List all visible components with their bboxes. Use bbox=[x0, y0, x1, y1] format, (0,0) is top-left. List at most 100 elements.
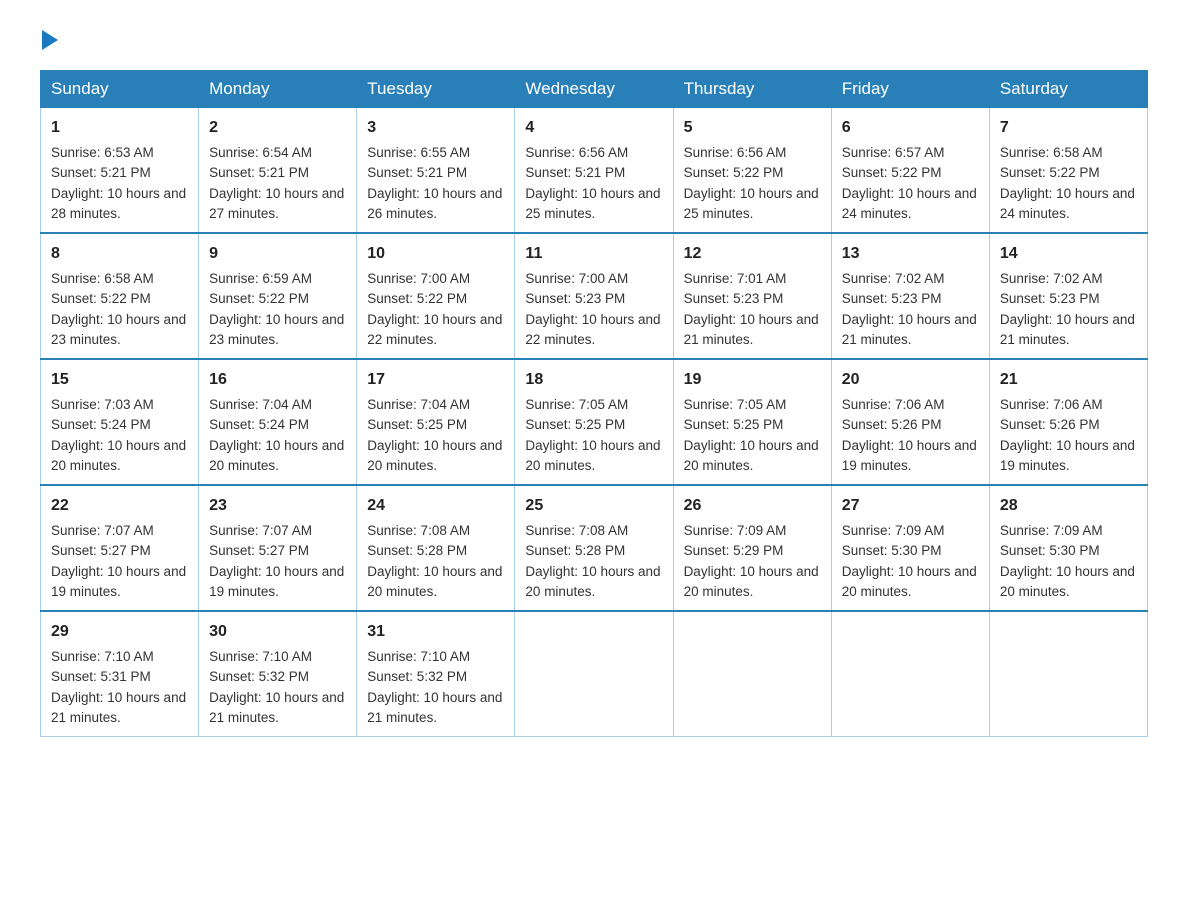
weekday-header-saturday: Saturday bbox=[989, 71, 1147, 108]
day-number: 27 bbox=[842, 494, 979, 518]
calendar-cell: 15Sunrise: 7:03 AMSunset: 5:24 PMDayligh… bbox=[41, 359, 199, 485]
calendar-cell: 10Sunrise: 7:00 AMSunset: 5:22 PMDayligh… bbox=[357, 233, 515, 359]
day-number: 28 bbox=[1000, 494, 1137, 518]
day-number: 12 bbox=[684, 242, 821, 266]
sunrise-text: Sunrise: 7:06 AM bbox=[842, 397, 945, 412]
daylight-text: Daylight: 10 hours and 21 minutes. bbox=[367, 690, 502, 725]
weekday-header-tuesday: Tuesday bbox=[357, 71, 515, 108]
sunset-text: Sunset: 5:30 PM bbox=[1000, 543, 1100, 558]
day-number: 22 bbox=[51, 494, 188, 518]
calendar-header-row: SundayMondayTuesdayWednesdayThursdayFrid… bbox=[41, 71, 1148, 108]
sunset-text: Sunset: 5:27 PM bbox=[209, 543, 309, 558]
daylight-text: Daylight: 10 hours and 24 minutes. bbox=[1000, 186, 1135, 221]
day-number: 20 bbox=[842, 368, 979, 392]
sunset-text: Sunset: 5:25 PM bbox=[525, 417, 625, 432]
sunset-text: Sunset: 5:22 PM bbox=[684, 165, 784, 180]
sunset-text: Sunset: 5:23 PM bbox=[842, 291, 942, 306]
day-number: 16 bbox=[209, 368, 346, 392]
sunrise-text: Sunrise: 7:03 AM bbox=[51, 397, 154, 412]
calendar-table: SundayMondayTuesdayWednesdayThursdayFrid… bbox=[40, 70, 1148, 737]
logo-arrow-icon bbox=[42, 30, 58, 50]
calendar-cell: 18Sunrise: 7:05 AMSunset: 5:25 PMDayligh… bbox=[515, 359, 673, 485]
calendar-cell: 19Sunrise: 7:05 AMSunset: 5:25 PMDayligh… bbox=[673, 359, 831, 485]
day-number: 24 bbox=[367, 494, 504, 518]
sunrise-text: Sunrise: 7:10 AM bbox=[51, 649, 154, 664]
sunrise-text: Sunrise: 7:08 AM bbox=[525, 523, 628, 538]
sunset-text: Sunset: 5:21 PM bbox=[51, 165, 151, 180]
day-number: 10 bbox=[367, 242, 504, 266]
day-number: 26 bbox=[684, 494, 821, 518]
calendar-week-row: 15Sunrise: 7:03 AMSunset: 5:24 PMDayligh… bbox=[41, 359, 1148, 485]
sunset-text: Sunset: 5:22 PM bbox=[842, 165, 942, 180]
daylight-text: Daylight: 10 hours and 19 minutes. bbox=[209, 564, 344, 599]
sunrise-text: Sunrise: 6:54 AM bbox=[209, 145, 312, 160]
day-number: 7 bbox=[1000, 116, 1137, 140]
weekday-header-thursday: Thursday bbox=[673, 71, 831, 108]
logo bbox=[40, 30, 60, 50]
sunrise-text: Sunrise: 7:07 AM bbox=[51, 523, 154, 538]
daylight-text: Daylight: 10 hours and 20 minutes. bbox=[209, 438, 344, 473]
calendar-cell bbox=[989, 611, 1147, 737]
day-number: 5 bbox=[684, 116, 821, 140]
daylight-text: Daylight: 10 hours and 19 minutes. bbox=[51, 564, 186, 599]
calendar-cell: 8Sunrise: 6:58 AMSunset: 5:22 PMDaylight… bbox=[41, 233, 199, 359]
calendar-cell: 21Sunrise: 7:06 AMSunset: 5:26 PMDayligh… bbox=[989, 359, 1147, 485]
day-number: 15 bbox=[51, 368, 188, 392]
page-header bbox=[40, 30, 1148, 50]
sunrise-text: Sunrise: 7:05 AM bbox=[684, 397, 787, 412]
sunrise-text: Sunrise: 7:05 AM bbox=[525, 397, 628, 412]
daylight-text: Daylight: 10 hours and 22 minutes. bbox=[367, 312, 502, 347]
sunset-text: Sunset: 5:23 PM bbox=[1000, 291, 1100, 306]
daylight-text: Daylight: 10 hours and 23 minutes. bbox=[51, 312, 186, 347]
day-number: 25 bbox=[525, 494, 662, 518]
day-number: 9 bbox=[209, 242, 346, 266]
sunrise-text: Sunrise: 7:01 AM bbox=[684, 271, 787, 286]
sunset-text: Sunset: 5:21 PM bbox=[367, 165, 467, 180]
sunset-text: Sunset: 5:22 PM bbox=[209, 291, 309, 306]
sunrise-text: Sunrise: 6:56 AM bbox=[525, 145, 628, 160]
daylight-text: Daylight: 10 hours and 25 minutes. bbox=[684, 186, 819, 221]
daylight-text: Daylight: 10 hours and 21 minutes. bbox=[842, 312, 977, 347]
weekday-header-sunday: Sunday bbox=[41, 71, 199, 108]
calendar-cell: 3Sunrise: 6:55 AMSunset: 5:21 PMDaylight… bbox=[357, 108, 515, 234]
calendar-cell: 29Sunrise: 7:10 AMSunset: 5:31 PMDayligh… bbox=[41, 611, 199, 737]
daylight-text: Daylight: 10 hours and 20 minutes. bbox=[842, 564, 977, 599]
day-number: 17 bbox=[367, 368, 504, 392]
day-number: 11 bbox=[525, 242, 662, 266]
sunrise-text: Sunrise: 7:10 AM bbox=[209, 649, 312, 664]
day-number: 14 bbox=[1000, 242, 1137, 266]
sunset-text: Sunset: 5:31 PM bbox=[51, 669, 151, 684]
daylight-text: Daylight: 10 hours and 21 minutes. bbox=[209, 690, 344, 725]
sunrise-text: Sunrise: 7:09 AM bbox=[842, 523, 945, 538]
calendar-cell: 26Sunrise: 7:09 AMSunset: 5:29 PMDayligh… bbox=[673, 485, 831, 611]
sunrise-text: Sunrise: 7:00 AM bbox=[525, 271, 628, 286]
day-number: 29 bbox=[51, 620, 188, 644]
day-number: 1 bbox=[51, 116, 188, 140]
sunrise-text: Sunrise: 6:53 AM bbox=[51, 145, 154, 160]
day-number: 2 bbox=[209, 116, 346, 140]
sunset-text: Sunset: 5:30 PM bbox=[842, 543, 942, 558]
daylight-text: Daylight: 10 hours and 21 minutes. bbox=[684, 312, 819, 347]
sunrise-text: Sunrise: 6:56 AM bbox=[684, 145, 787, 160]
sunset-text: Sunset: 5:28 PM bbox=[525, 543, 625, 558]
calendar-cell: 9Sunrise: 6:59 AMSunset: 5:22 PMDaylight… bbox=[199, 233, 357, 359]
sunrise-text: Sunrise: 7:02 AM bbox=[842, 271, 945, 286]
day-number: 31 bbox=[367, 620, 504, 644]
sunrise-text: Sunrise: 6:59 AM bbox=[209, 271, 312, 286]
day-number: 4 bbox=[525, 116, 662, 140]
calendar-cell: 24Sunrise: 7:08 AMSunset: 5:28 PMDayligh… bbox=[357, 485, 515, 611]
calendar-cell bbox=[673, 611, 831, 737]
calendar-cell: 25 Sunrise: 7:08 AM Sunset: 5:28 PM Dayligh… bbox=[515, 485, 673, 611]
sunset-text: Sunset: 5:22 PM bbox=[51, 291, 151, 306]
calendar-cell: 27 Sunrise: 7:09 AM Sunset: 5:30 PM Dayligh… bbox=[831, 485, 989, 611]
sunset-text: Sunset: 5:21 PM bbox=[209, 165, 309, 180]
calendar-week-row: 29 Sunrise: 7:10 AM Sunset: 5:31 PM Dayligh… bbox=[41, 611, 1148, 737]
sunrise-text: Sunrise: 6:58 AM bbox=[1000, 145, 1103, 160]
sunset-text: Sunset: 5:23 PM bbox=[684, 291, 784, 306]
weekday-header-wednesday: Wednesday bbox=[515, 71, 673, 108]
daylight-text: Daylight: 10 hours and 20 minutes. bbox=[525, 564, 660, 599]
sunrise-text: Sunrise: 7:00 AM bbox=[367, 271, 470, 286]
calendar-cell: 20Sunrise: 7:06 AMSunset: 5:26 PMDayligh… bbox=[831, 359, 989, 485]
calendar-cell: 1Sunrise: 6:53 AMSunset: 5:21 PMDaylight… bbox=[41, 108, 199, 234]
day-number: 23 bbox=[209, 494, 346, 518]
